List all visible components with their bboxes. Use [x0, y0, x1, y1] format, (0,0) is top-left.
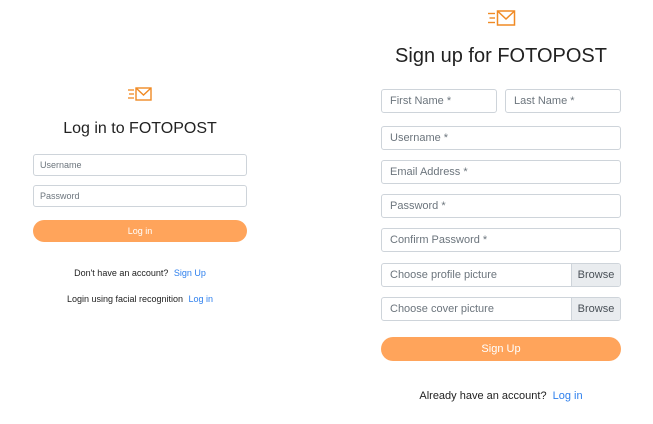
cover-browse-button[interactable]: Browse [571, 298, 620, 320]
signup-link[interactable]: Sign Up [174, 268, 206, 278]
first-name-input[interactable]: First Name * [381, 89, 497, 113]
login-prompt-text: Already have an account? [419, 390, 547, 402]
email-input[interactable]: Email Address * [381, 160, 621, 184]
signup-logo-icon [488, 9, 516, 27]
login-link[interactable]: Log in [553, 390, 583, 402]
confirm-password-input[interactable]: Confirm Password * [381, 228, 621, 252]
login-password-input[interactable]: Password [33, 185, 247, 207]
login-logo-icon [128, 86, 152, 102]
profile-browse-button[interactable]: Browse [571, 264, 620, 286]
login-prompt: Already have an account? Log in [381, 390, 621, 402]
signup-prompt: Don't have an account? Sign Up [33, 268, 247, 278]
cover-picture-input[interactable]: Choose cover picture Browse [381, 297, 621, 321]
facial-login-prompt: Login using facial recognition Log in [33, 294, 247, 304]
password-input[interactable]: Password * [381, 194, 621, 218]
signup-title: Sign up for FOTOPOST [395, 45, 607, 67]
login-username-input[interactable]: Username [33, 154, 247, 176]
signup-prompt-text: Don't have an account? [74, 268, 169, 278]
profile-picture-label: Choose profile picture [390, 269, 498, 281]
username-input[interactable]: Username * [381, 126, 621, 150]
login-title: Log in to FOTOPOST [63, 120, 217, 137]
signup-button[interactable]: Sign Up [381, 337, 621, 361]
facial-login-link[interactable]: Log in [189, 294, 214, 304]
facial-login-text: Login using facial recognition [66, 294, 184, 304]
login-button[interactable]: Log in [33, 220, 247, 242]
profile-picture-input[interactable]: Choose profile picture Browse [381, 263, 621, 287]
last-name-input[interactable]: Last Name * [505, 89, 621, 113]
cover-picture-label: Choose cover picture [390, 303, 494, 315]
